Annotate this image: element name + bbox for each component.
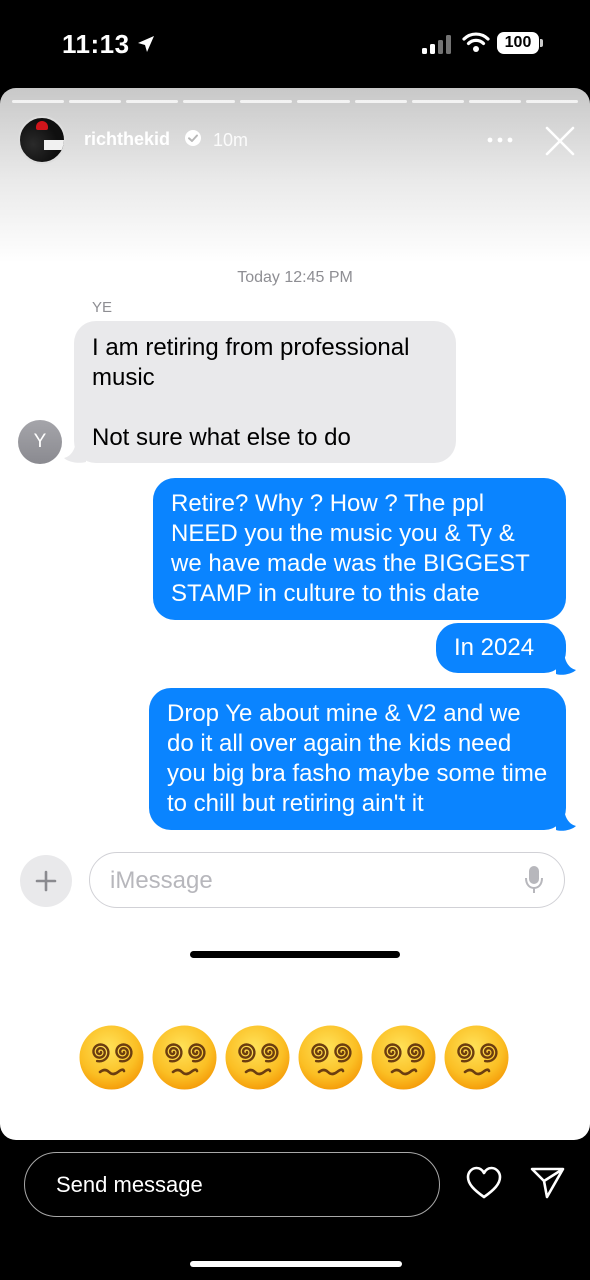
battery-icon: 100 <box>497 32 543 54</box>
story-progress-bar <box>12 100 578 103</box>
outgoing-bubble-tail <box>556 650 576 675</box>
outgoing-bubble-tail <box>556 806 576 831</box>
imessage-input[interactable]: iMessage <box>89 852 565 908</box>
story-username[interactable]: richthekid <box>84 129 170 150</box>
clock-text: 11:13 <box>62 29 130 59</box>
more-options-icon[interactable] <box>486 136 514 144</box>
verified-badge-icon <box>185 130 201 146</box>
dizzy-face-emoji[interactable] <box>297 1024 364 1091</box>
microphone-icon[interactable] <box>524 865 544 895</box>
sender-name: YE <box>92 299 113 316</box>
imessage-placeholder: iMessage <box>110 867 213 894</box>
plus-icon <box>35 870 57 892</box>
dizzy-face-emoji[interactable] <box>370 1024 437 1091</box>
incoming-bubble-tail <box>64 438 86 463</box>
location-arrow-icon <box>136 30 156 61</box>
emoji-reactions <box>78 1024 510 1091</box>
story-card: richthekid 10m Today 12:45 PM YE I am re… <box>0 88 590 1140</box>
cellular-signal-icon <box>422 34 452 54</box>
screenshot-home-indicator <box>190 951 400 958</box>
dizzy-face-emoji[interactable] <box>443 1024 510 1091</box>
status-bar: 11:13 100 <box>0 0 590 88</box>
dizzy-face-emoji[interactable] <box>151 1024 218 1091</box>
status-time: 11:13 <box>62 29 156 61</box>
send-direct-icon[interactable] <box>530 1166 566 1200</box>
contact-avatar[interactable]: Y <box>18 420 62 464</box>
battery-level: 100 <box>504 34 532 51</box>
dizzy-face-emoji[interactable] <box>224 1024 291 1091</box>
home-indicator <box>190 1261 402 1267</box>
close-icon[interactable] <box>544 125 576 157</box>
message-bubble-incoming: I am retiring from professional music No… <box>74 321 456 463</box>
story-avatar[interactable] <box>18 116 66 164</box>
heart-icon[interactable] <box>466 1166 502 1200</box>
send-message-placeholder: Send message <box>56 1172 203 1197</box>
message-bubble-outgoing: Drop Ye about mine & V2 and we do it all… <box>149 688 566 830</box>
wifi-icon <box>462 31 490 58</box>
dizzy-face-emoji[interactable] <box>78 1024 145 1091</box>
add-attachment-button[interactable] <box>20 855 72 907</box>
story-time-ago: 10m <box>213 130 249 150</box>
message-bubble-outgoing: Retire? Why ? How ? The ppl NEED you the… <box>153 478 566 620</box>
chat-timestamp: Today 12:45 PM <box>237 269 353 286</box>
message-bubble-outgoing: In 2024 <box>436 623 566 673</box>
send-message-input[interactable]: Send message <box>24 1152 440 1217</box>
